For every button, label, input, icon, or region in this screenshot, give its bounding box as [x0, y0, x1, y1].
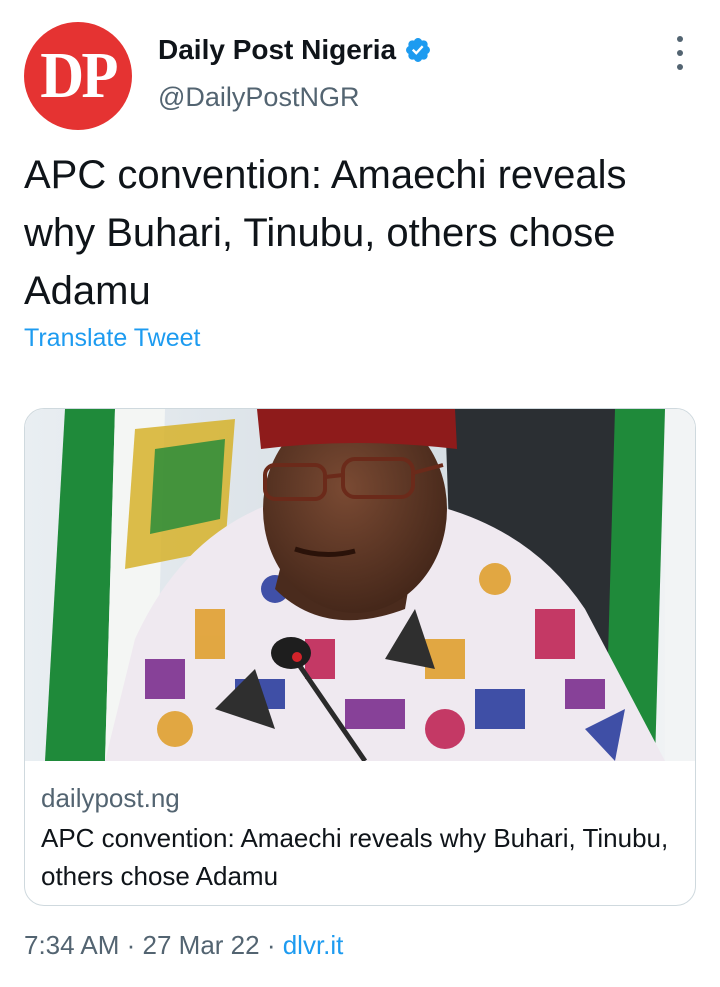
link-card[interactable]: dailypost.ng APC convention: Amaechi rev…	[24, 408, 696, 906]
card-title: APC convention: Amaechi reveals why Buha…	[41, 823, 669, 891]
verified-badge-icon	[406, 38, 431, 62]
avatar[interactable]: DP	[24, 22, 132, 130]
more-options-icon[interactable]	[670, 36, 690, 70]
meta-separator: ·	[259, 930, 283, 960]
author-handle[interactable]: @DailyPostNGR	[158, 82, 359, 113]
author-name-row[interactable]: Daily Post Nigeria	[158, 34, 432, 66]
meta-separator: ·	[119, 930, 143, 960]
card-image[interactable]	[25, 409, 695, 761]
tweet: DP Daily Post Nigeria @DailyPostNGR APC …	[0, 0, 720, 987]
tweet-time[interactable]: 7:34 AM	[24, 930, 119, 960]
tweet-meta: 7:34 AM · 27 Mar 22 · dlvr.it	[24, 930, 343, 961]
avatar-logo-text: DP	[40, 39, 118, 112]
card-domain: dailypost.ng	[41, 783, 180, 813]
tweet-source-link[interactable]: dlvr.it	[283, 930, 344, 960]
author-name[interactable]: Daily Post Nigeria	[158, 34, 396, 66]
tweet-date[interactable]: 27 Mar 22	[143, 930, 260, 960]
article-photo	[25, 409, 695, 761]
tweet-text: APC convention: Amaechi reveals why Buha…	[24, 153, 627, 313]
translate-tweet-link[interactable]: Translate Tweet	[24, 324, 200, 353]
